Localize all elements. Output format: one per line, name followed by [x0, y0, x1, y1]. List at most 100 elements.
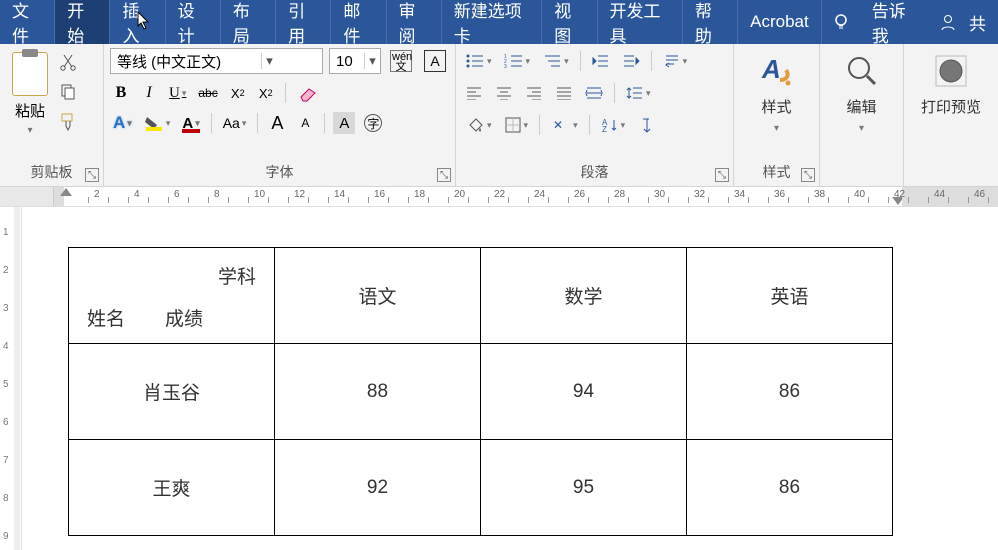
tellme-lightbulb-icon[interactable] — [822, 0, 860, 44]
share-person-icon[interactable] — [929, 0, 967, 44]
svg-text:A: A — [761, 54, 781, 84]
borders-button[interactable] — [501, 114, 532, 136]
styles-button[interactable]: A 样式 ▾ — [748, 48, 806, 138]
tab-design[interactable]: 设计 — [166, 0, 221, 44]
clear-format-button[interactable] — [294, 82, 322, 104]
align-right-button[interactable] — [522, 82, 546, 104]
corner-mid-label: 成绩 — [165, 304, 203, 331]
vertical-ruler[interactable]: 123456789 — [0, 207, 22, 550]
tab-share[interactable]: 共 — [967, 0, 998, 44]
clipboard-launcher[interactable]: ⤡ — [85, 168, 99, 182]
preview-label: 打印预览 — [921, 96, 981, 117]
show-marks-button[interactable] — [634, 114, 656, 136]
table-row[interactable]: 学科 姓名 成绩 语文 数学 英语 — [69, 248, 893, 344]
justify-button[interactable] — [552, 82, 576, 104]
distributed-button[interactable] — [582, 82, 606, 104]
font-name-combo[interactable]: ▾ — [110, 48, 323, 74]
cell[interactable]: 88 — [275, 344, 481, 440]
bullets-button[interactable] — [462, 50, 495, 72]
tab-file[interactable]: 文件 — [0, 0, 55, 44]
snap-grid-button[interactable]: ✕ — [548, 114, 581, 136]
cell[interactable]: 92 — [275, 440, 481, 536]
font-name-input[interactable] — [111, 49, 261, 73]
tab-mailings[interactable]: 邮件 — [331, 0, 386, 44]
paste-button[interactable]: 粘贴 — [15, 100, 45, 121]
tab-home[interactable]: 开始 — [55, 0, 110, 44]
tab-developer[interactable]: 开发工具 — [598, 0, 683, 44]
editing-button[interactable]: 编辑 ▾ — [833, 48, 891, 138]
numbering-button[interactable]: 123 — [501, 50, 534, 72]
line-spacing-button[interactable] — [623, 82, 654, 104]
indent-button[interactable] — [619, 50, 643, 72]
change-case-button[interactable]: Aa — [220, 112, 250, 134]
bold-button[interactable]: B — [110, 82, 132, 104]
cut-icon[interactable] — [58, 52, 78, 72]
italic-button[interactable]: I — [138, 82, 160, 104]
tab-view[interactable]: 视图 — [542, 0, 597, 44]
tab-newtab[interactable]: 新建选项卡 — [442, 0, 543, 44]
shading-button[interactable] — [462, 114, 495, 136]
tab-help[interactable]: 帮助 — [683, 0, 738, 44]
multilevel-icon — [542, 53, 562, 69]
group-styles: A 样式 ▾ 样式 ⤡ — [734, 44, 820, 186]
font-size-input[interactable] — [330, 49, 364, 73]
shrink-font-button[interactable]: A — [294, 112, 316, 134]
font-color-button[interactable]: A — [179, 112, 202, 134]
font-launcher[interactable]: ⤡ — [437, 168, 451, 182]
phonetic-guide-button[interactable]: wén文 — [387, 50, 415, 72]
char-shading-button[interactable]: A — [333, 112, 355, 134]
editing-label: 编辑 — [846, 96, 876, 117]
svg-text:3: 3 — [504, 64, 507, 69]
print-preview-button[interactable]: 打印预览 — [911, 48, 991, 121]
tab-tellme[interactable]: 告诉我 — [860, 0, 929, 44]
superscript-button[interactable]: X2 — [255, 82, 277, 104]
char-border-button[interactable]: A — [421, 50, 449, 72]
page[interactable]: 学科 姓名 成绩 语文 数学 英语 肖玉谷 88 94 86 王爽 92 95 … — [54, 207, 893, 550]
align-left-button[interactable] — [462, 82, 486, 104]
score-table[interactable]: 学科 姓名 成绩 语文 数学 英语 肖玉谷 88 94 86 王爽 92 95 … — [68, 247, 893, 536]
table-row[interactable]: 肖玉谷 88 94 86 — [69, 344, 893, 440]
grow-font-button[interactable]: A — [266, 112, 288, 134]
outdent-button[interactable] — [589, 50, 613, 72]
align-center-button[interactable] — [492, 82, 516, 104]
enclose-char-button[interactable]: 字 — [361, 112, 385, 134]
format-painter-icon[interactable] — [58, 112, 78, 132]
table-row[interactable]: 王爽 92 95 86 — [69, 440, 893, 536]
tab-insert[interactable]: 插入 — [110, 0, 165, 44]
row-name[interactable]: 王爽 — [69, 440, 275, 536]
underline-button[interactable]: U — [166, 82, 189, 104]
magnifier-icon — [843, 52, 881, 90]
paste-icon[interactable] — [12, 52, 48, 96]
horizontal-ruler[interactable]: 2468101214161820222426283032343638404244… — [0, 187, 998, 207]
tab-layout[interactable]: 布局 — [221, 0, 276, 44]
paragraph-launcher[interactable]: ⤡ — [715, 168, 729, 182]
subscript-button[interactable]: X2 — [227, 82, 249, 104]
svg-text:Z: Z — [602, 125, 607, 133]
pilcrow-icon — [637, 116, 653, 134]
tab-review[interactable]: 审阅 — [387, 0, 442, 44]
font-size-caret-icon[interactable]: ▾ — [364, 53, 380, 69]
font-size-combo[interactable]: ▾ — [329, 48, 381, 74]
text-direction-button[interactable] — [660, 50, 691, 72]
ribbon: 粘贴 ▾ 剪贴板 ⤡ ▾ ▾ — [0, 44, 998, 187]
highlight-button[interactable] — [141, 112, 174, 134]
multilevel-button[interactable] — [539, 50, 572, 72]
text-effects-button[interactable]: A — [110, 112, 135, 134]
cell[interactable]: 95 — [481, 440, 687, 536]
font-name-caret-icon[interactable]: ▾ — [261, 53, 277, 69]
tab-references[interactable]: 引用 — [276, 0, 331, 44]
row-name[interactable]: 肖玉谷 — [69, 344, 275, 440]
tab-acrobat[interactable]: Acrobat — [738, 0, 822, 44]
col-header[interactable]: 语文 — [275, 248, 481, 344]
styles-launcher[interactable]: ⤡ — [801, 168, 815, 182]
table-header-diagonal[interactable]: 学科 姓名 成绩 — [69, 248, 275, 344]
strike-button[interactable]: abc — [195, 82, 220, 104]
cell[interactable]: 86 — [687, 344, 893, 440]
sort-button[interactable]: AZ — [598, 114, 629, 136]
col-header[interactable]: 英语 — [687, 248, 893, 344]
col-header[interactable]: 数学 — [481, 248, 687, 344]
cell[interactable]: 86 — [687, 440, 893, 536]
copy-icon[interactable] — [58, 82, 78, 102]
borders-icon — [504, 116, 522, 134]
cell[interactable]: 94 — [481, 344, 687, 440]
